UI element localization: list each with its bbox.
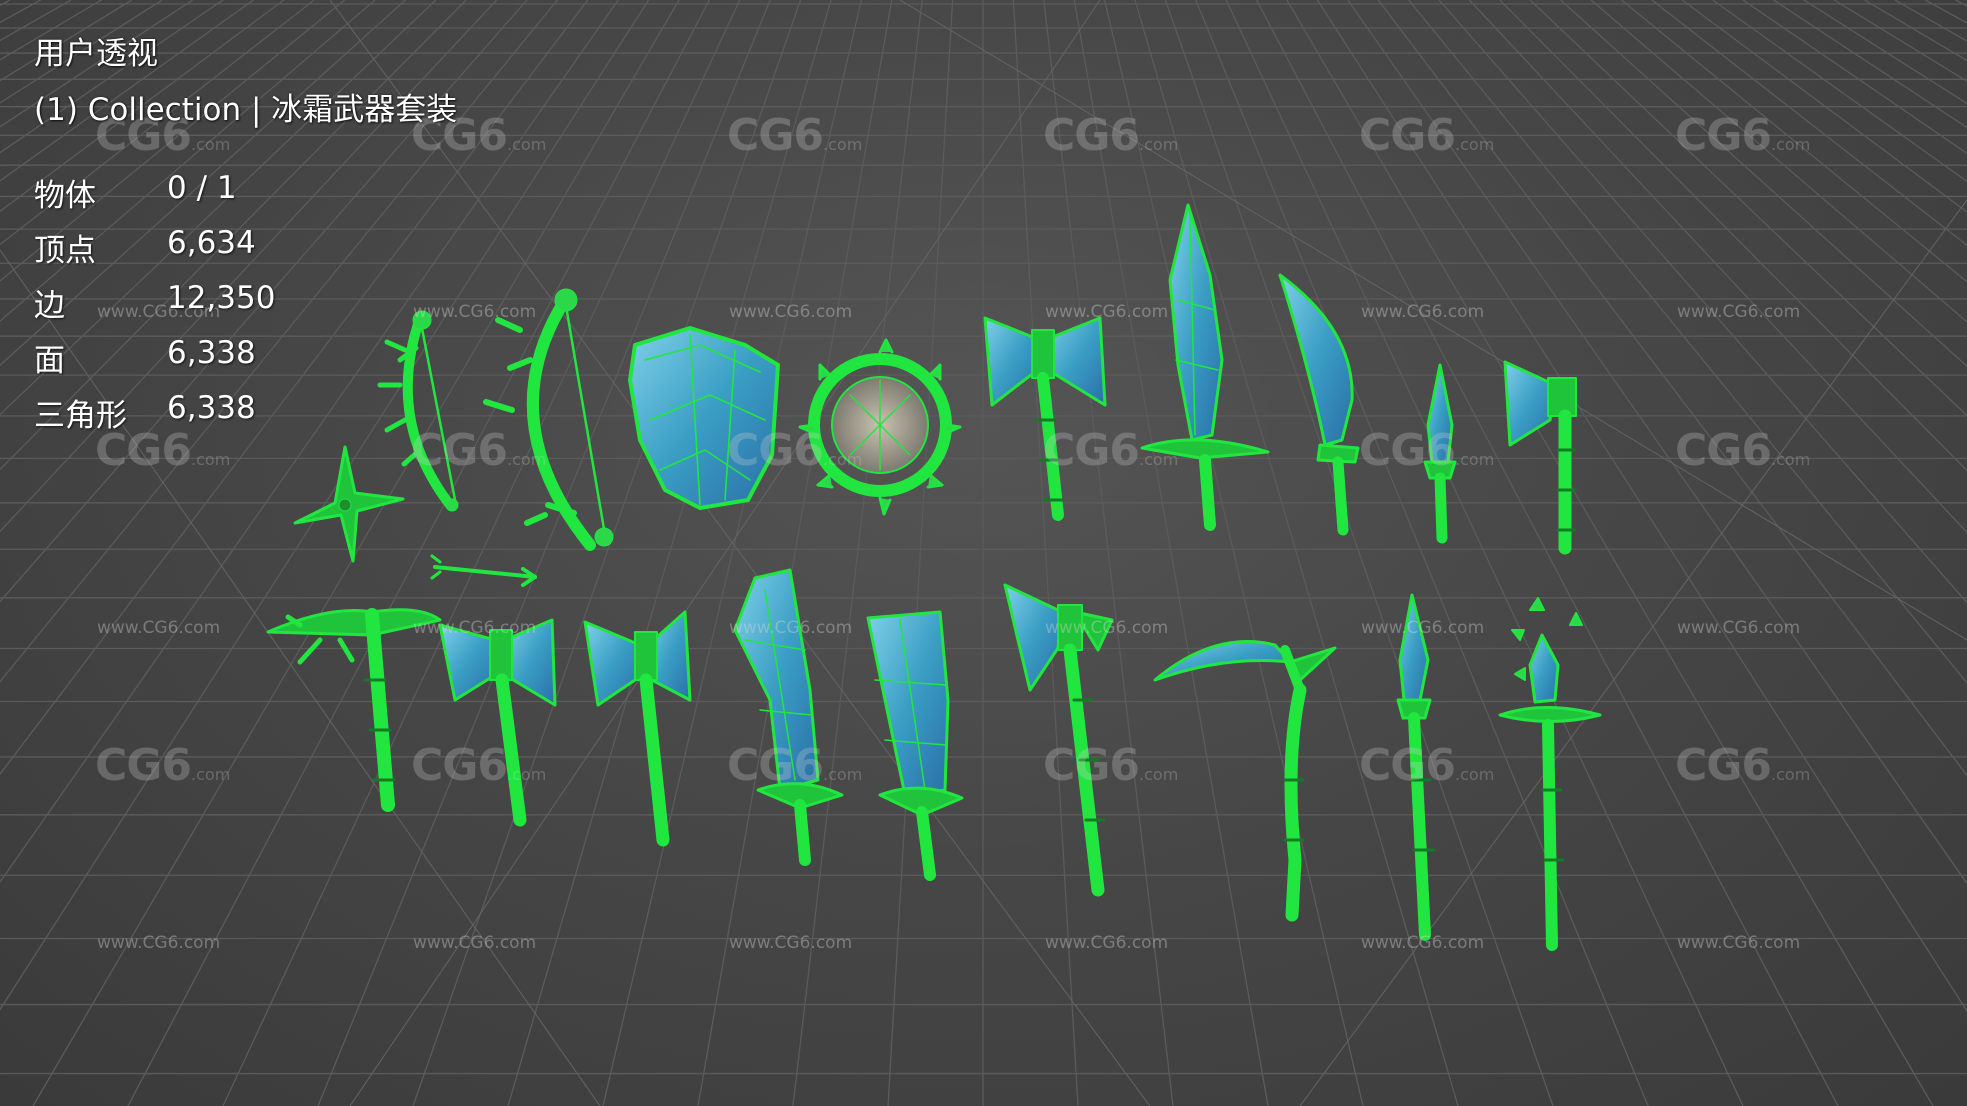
- stat-objects-label: 物体: [34, 178, 96, 214]
- stat-triangles-label: 三角形: [34, 398, 127, 434]
- stat-faces-value: 6,338: [167, 335, 256, 371]
- watermark-url: www.CG6.com: [1045, 302, 1169, 322]
- watermark-url: www.CG6.com: [1361, 618, 1485, 638]
- stat-vertices-label: 顶点: [34, 233, 96, 269]
- broad-sword-icon[interactable]: [866, 610, 964, 881]
- watermark-url: www.CG6.com: [1677, 933, 1801, 953]
- watermark-logo: CG6.com: [727, 425, 863, 476]
- bow-icon[interactable]: [377, 310, 459, 512]
- watermark-url: www.CG6.com: [1045, 618, 1169, 638]
- watermark-url: www.CG6.com: [1677, 302, 1801, 322]
- watermark-logo: CG6.com: [95, 740, 231, 791]
- 3d-viewport[interactable]: CG6.com CG6.com CG6.com www.CG6.com www.CG6.…: [0, 0, 1967, 1106]
- watermark-logo: CG6.com: [411, 425, 547, 476]
- shuriken-icon[interactable]: [293, 445, 405, 563]
- staff-icon[interactable]: [1498, 597, 1602, 951]
- collection-label: (1) Collection | 冰霜武器套装: [34, 92, 458, 128]
- watermark-url: www.CG6.com: [413, 933, 537, 953]
- watermark-logo: CG6.com: [1359, 740, 1495, 791]
- axe-icon[interactable]: [1503, 360, 1577, 555]
- watermark-url: www.CG6.com: [97, 933, 221, 953]
- watermark-url: www.CG6.com: [1361, 933, 1485, 953]
- watermark-logo: CG6.com: [727, 110, 863, 161]
- watermark-logo: CG6.com: [1675, 425, 1811, 476]
- watermark-url: www.CG6.com: [1677, 618, 1801, 638]
- watermark-logo: CG6.com: [1675, 740, 1811, 791]
- stat-faces-label: 面: [34, 343, 65, 379]
- watermark-logo: CG6.com: [1359, 425, 1495, 476]
- sword-icon[interactable]: [1140, 203, 1270, 531]
- watermark-logo: CG6.com: [1043, 740, 1179, 791]
- watermark-url: www.CG6.com: [413, 302, 537, 322]
- watermark-logo: CG6.com: [1043, 110, 1179, 161]
- floor-grid: [0, 0, 1967, 1106]
- view-title: 用户透视: [34, 36, 158, 72]
- stat-vertices-value: 6,634: [167, 225, 256, 261]
- stat-edges-label: 边: [34, 288, 65, 324]
- arrow-icon[interactable]: [430, 554, 537, 587]
- watermark-logo: CG6.com: [727, 740, 863, 791]
- watermark-url: www.CG6.com: [729, 302, 853, 322]
- scythe-icon[interactable]: [1153, 640, 1337, 922]
- stat-edges-value: 12,350: [167, 280, 276, 316]
- stat-objects-value: 0 / 1: [167, 170, 237, 206]
- shield-icon[interactable]: [628, 326, 780, 510]
- watermark-logo: CG6.com: [1043, 425, 1179, 476]
- double-axe-icon[interactable]: [983, 316, 1107, 521]
- stat-triangles-value: 6,338: [167, 390, 256, 426]
- watermark-url: www.CG6.com: [1361, 302, 1485, 322]
- watermark-logo: CG6.com: [411, 740, 547, 791]
- bow-icon[interactable]: [483, 288, 614, 551]
- scene-canvas[interactable]: [0, 0, 1967, 1106]
- curved-blade-icon[interactable]: [1278, 273, 1360, 536]
- watermark-url: www.CG6.com: [97, 618, 221, 638]
- double-axe-icon[interactable]: [583, 610, 692, 847]
- watermark-url: www.CG6.com: [1045, 933, 1169, 953]
- watermark-url: www.CG6.com: [413, 618, 537, 638]
- watermark-url: www.CG6.com: [729, 618, 853, 638]
- watermark-logo: CG6.com: [1359, 110, 1495, 161]
- watermark-logo: CG6.com: [1675, 110, 1811, 161]
- broad-sword-icon[interactable]: [733, 568, 844, 866]
- watermark-url: www.CG6.com: [729, 933, 853, 953]
